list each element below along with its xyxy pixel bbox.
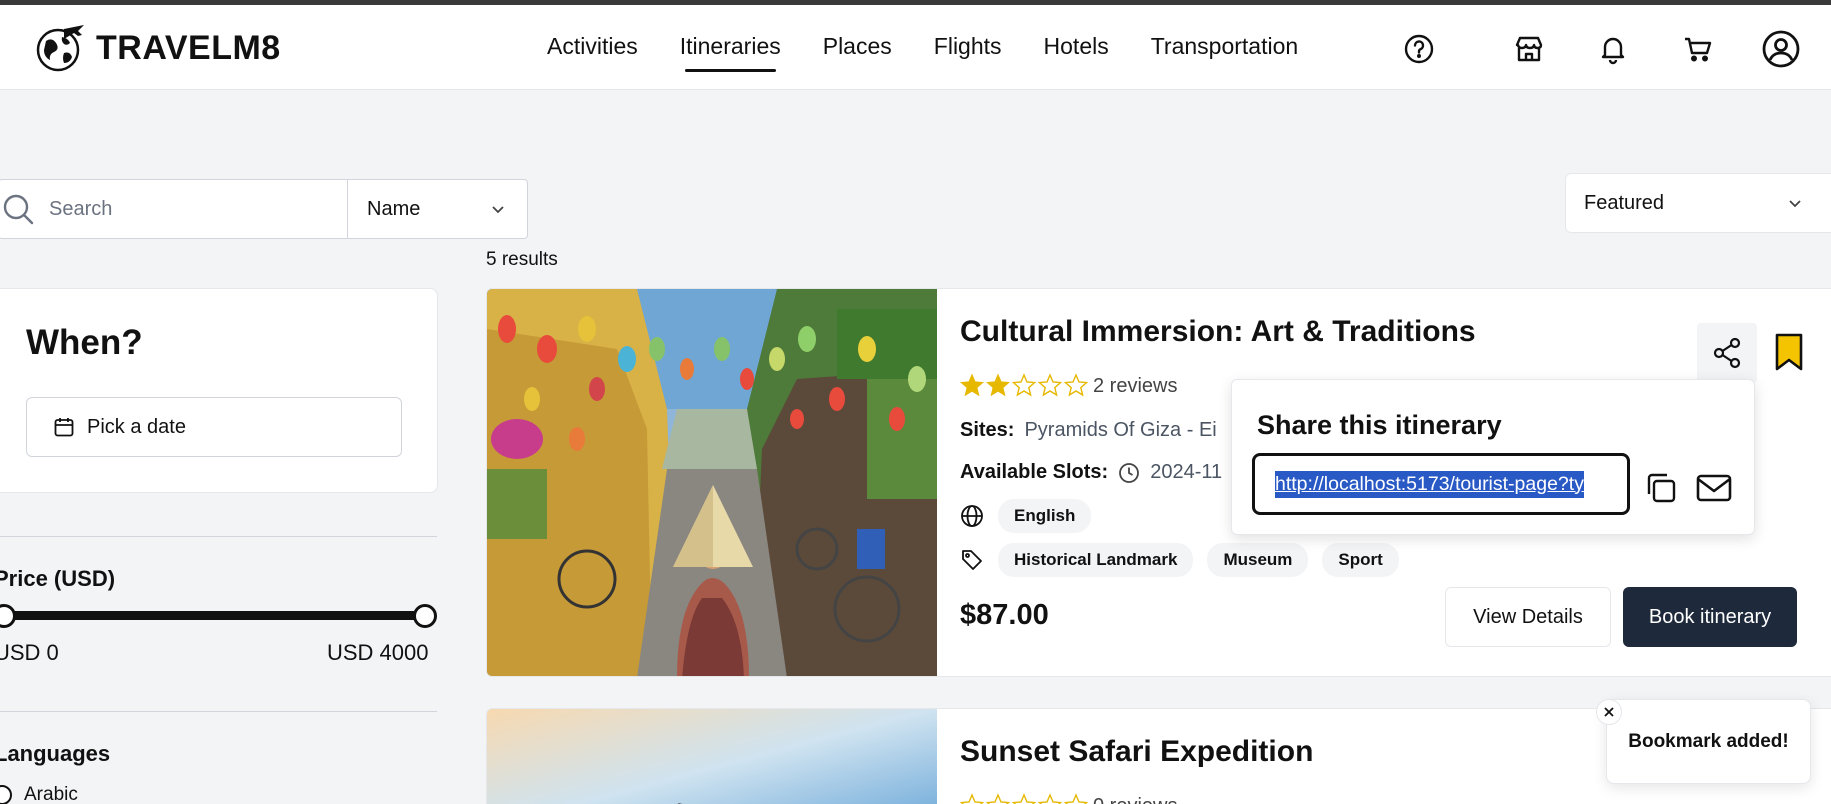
results-count: 5 results (486, 249, 558, 270)
share-popover: Share this itinerary http://localhost:51… (1231, 379, 1755, 535)
price-filter-title: Price (USD) (0, 566, 116, 591)
star-empty-icon (1064, 373, 1088, 397)
nav-places[interactable]: Places (823, 33, 892, 60)
nav-activities[interactable]: Activities (547, 33, 638, 60)
toast-close-button[interactable] (1596, 699, 1622, 725)
price-min-label: USD 0 (0, 640, 59, 665)
chevron-down-icon (1789, 200, 1801, 208)
itinerary-image[interactable] (487, 709, 937, 804)
user-icon[interactable] (1761, 29, 1801, 69)
nav-flights[interactable]: Flights (934, 33, 1002, 60)
share-button[interactable] (1697, 323, 1757, 383)
language-option-arabic[interactable]: Arabic (0, 784, 78, 804)
sites-label: Sites: (960, 419, 1015, 441)
language-radio[interactable] (0, 785, 12, 804)
tag-chip: Museum (1207, 543, 1309, 577)
view-details-button[interactable]: View Details (1445, 587, 1611, 647)
rating-stars (960, 793, 1088, 804)
sort-select[interactable]: Featured (1565, 173, 1831, 233)
share-url-field[interactable]: http://localhost:5173/tourist-page?ty (1252, 453, 1630, 515)
bookmark-button[interactable] (1769, 325, 1809, 379)
toast-notification: Bookmark added! (1606, 699, 1811, 784)
language-option-label: Arabic (24, 784, 78, 804)
star-empty-icon (1012, 373, 1036, 397)
itinerary-title[interactable]: Sunset Safari Expedition (960, 735, 1313, 769)
reviews-count: 2 reviews (1093, 375, 1178, 397)
price-slider-track[interactable] (4, 611, 425, 620)
share-popover-title: Share this itinerary (1257, 410, 1502, 440)
chevron-down-icon (492, 206, 504, 214)
star-empty-icon (1012, 793, 1036, 804)
sidebar-divider (0, 711, 437, 712)
store-icon[interactable] (1511, 31, 1547, 67)
search-bar (0, 179, 348, 239)
star-empty-icon (1064, 793, 1088, 804)
mail-icon (1696, 474, 1732, 502)
star-empty-icon (960, 793, 984, 804)
cart-icon[interactable] (1680, 31, 1716, 67)
filter-by-select[interactable]: Name (347, 179, 528, 239)
sort-value: Featured (1584, 191, 1665, 214)
top-navbar: TRAVELM8 Activities Itineraries Places F… (0, 5, 1831, 90)
book-itinerary-button[interactable]: Book itinerary (1623, 587, 1797, 647)
star-empty-icon (986, 793, 1010, 804)
itinerary-price: $87.00 (960, 599, 1049, 631)
when-title: When? (26, 323, 143, 362)
copy-link-button[interactable] (1641, 468, 1681, 508)
price-slider-min-thumb[interactable] (0, 604, 16, 628)
nav-itineraries[interactable]: Itineraries (680, 33, 781, 72)
star-filled-icon (960, 373, 984, 397)
search-input[interactable] (49, 197, 309, 221)
main-nav: Activities Itineraries Places Flights Ho… (547, 33, 1298, 72)
calendar-icon (54, 418, 74, 437)
nav-transportation[interactable]: Transportation (1151, 33, 1298, 60)
share-icon (1713, 337, 1741, 369)
price-slider-max-thumb[interactable] (413, 604, 437, 628)
slots-label: Available Slots: (960, 461, 1109, 483)
clock-icon (1119, 462, 1140, 483)
brand-logo[interactable]: TRAVELM8 (34, 23, 281, 73)
bookmark-filled-icon (1775, 333, 1803, 371)
star-empty-icon (1038, 793, 1062, 804)
slots-value: 2024-11 (1150, 461, 1223, 483)
search-icon (3, 194, 34, 225)
price-max-label: USD 4000 (327, 640, 429, 665)
itinerary-title[interactable]: Cultural Immersion: Art & Traditions (960, 315, 1476, 349)
sites-row: Sites: Pyramids Of Giza - Ei (960, 419, 1217, 442)
copy-icon (1647, 473, 1676, 503)
email-share-button[interactable] (1694, 468, 1734, 508)
tags-row: Historical Landmark Museum Sport (960, 543, 1399, 577)
language-row: English (960, 499, 1092, 533)
toast-message: Bookmark added! (1628, 730, 1789, 752)
brand-name: TRAVELM8 (96, 28, 281, 67)
itinerary-image[interactable] (487, 289, 937, 676)
available-slots-row: Available Slots: 2024-11 (960, 461, 1222, 484)
filter-by-value: Name (367, 197, 421, 220)
tag-icon (962, 550, 982, 570)
share-url-text[interactable]: http://localhost:5173/tourist-page?ty (1275, 470, 1584, 498)
language-chip: English (998, 499, 1092, 533)
star-filled-icon (986, 373, 1010, 397)
tag-chip: Historical Landmark (998, 543, 1194, 577)
sites-value: Pyramids Of Giza - Ei (1024, 419, 1217, 441)
languages-filter-title: Languages (0, 741, 111, 766)
tag-chip: Sport (1322, 543, 1399, 577)
pick-date-button[interactable]: Pick a date (26, 397, 402, 457)
sidebar-divider (0, 536, 437, 537)
star-empty-icon (1038, 373, 1062, 397)
rating-stars (960, 373, 1088, 397)
when-filter-card: When? Pick a date (0, 288, 438, 493)
nav-hotels[interactable]: Hotels (1044, 33, 1109, 60)
reviews-count: 0 reviews (1093, 795, 1177, 804)
help-icon[interactable] (1401, 31, 1437, 67)
globe-icon (961, 505, 983, 527)
globe-plane-icon (36, 25, 84, 72)
bell-icon[interactable] (1595, 31, 1631, 67)
close-icon (1604, 707, 1614, 717)
pick-date-label: Pick a date (87, 415, 186, 438)
